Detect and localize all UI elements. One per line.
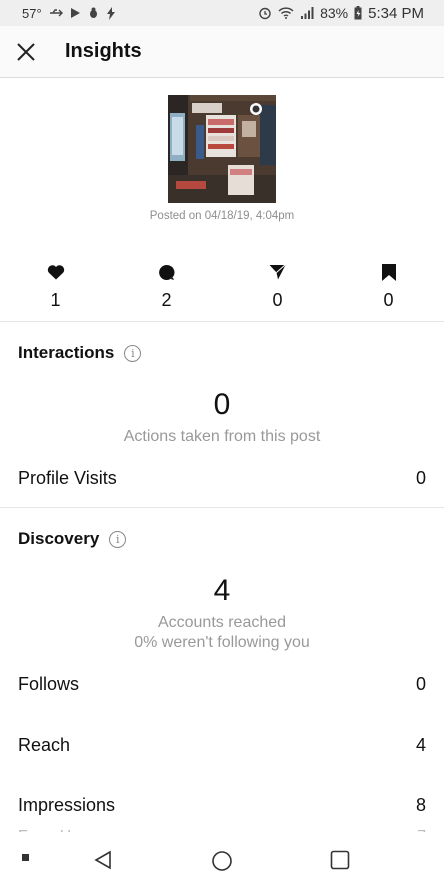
post-image bbox=[168, 95, 276, 203]
heart-icon bbox=[47, 265, 64, 280]
row-label: Follows bbox=[18, 674, 80, 694]
bookmark-icon bbox=[381, 263, 396, 281]
divider bbox=[0, 321, 444, 322]
discovery-title: Discovery bbox=[18, 529, 100, 548]
post-thumbnail[interactable] bbox=[168, 95, 276, 203]
row-value: 4 bbox=[415, 735, 426, 755]
recent-apps-dot-button[interactable] bbox=[22, 854, 30, 862]
home-button[interactable] bbox=[211, 850, 233, 872]
row-label: Reach bbox=[18, 735, 71, 755]
home-icon bbox=[212, 851, 232, 871]
status-left: 57° bbox=[22, 6, 116, 21]
row-value: 0 bbox=[415, 468, 426, 488]
interactions-total: 0 bbox=[213, 388, 231, 421]
comment-icon bbox=[159, 264, 175, 280]
saves-stat: 0 bbox=[333, 262, 444, 311]
bug-icon bbox=[89, 7, 97, 18]
usb-icon bbox=[49, 9, 63, 17]
comments-stat: 2 bbox=[111, 262, 222, 311]
discovery-header: Discovery i bbox=[18, 529, 127, 549]
info-icon[interactable]: i bbox=[124, 344, 142, 362]
comments-count: 2 bbox=[161, 290, 172, 310]
status-bar: 57° 83% 5:34 PM bbox=[0, 0, 444, 26]
likes-count: 1 bbox=[50, 290, 61, 310]
bolt-icon bbox=[106, 6, 115, 20]
temperature: 57° bbox=[22, 5, 42, 21]
likes-stat: 1 bbox=[0, 262, 111, 311]
back-icon bbox=[94, 850, 111, 870]
shares-stat: 0 bbox=[222, 262, 333, 311]
profile-visits-row: Profile Visits 0 bbox=[18, 468, 426, 489]
divider bbox=[0, 507, 444, 508]
interactions-title: Interactions bbox=[18, 343, 115, 362]
post-stats: 1 2 0 0 bbox=[0, 262, 444, 311]
posted-date: Posted on 04/18/19, 4:04pm bbox=[149, 210, 295, 222]
wifi-icon bbox=[278, 7, 294, 19]
discovery-caption-line2: 0% weren't following you bbox=[134, 634, 310, 651]
discovery-caption-line1: Accounts reached bbox=[157, 614, 287, 631]
signal-icon bbox=[301, 7, 314, 19]
app-bar: Insights bbox=[0, 26, 444, 78]
close-icon bbox=[17, 42, 35, 61]
play-store-icon bbox=[70, 8, 80, 18]
impressions-row: Impressions 8 bbox=[18, 795, 426, 816]
overview-icon bbox=[330, 850, 350, 870]
status-right: 83% 5:34 PM bbox=[258, 5, 424, 22]
system-nav-bar bbox=[0, 832, 444, 888]
discovery-total: 4 bbox=[213, 574, 231, 607]
battery-percent: 83% bbox=[320, 5, 349, 21]
page-title: Insights bbox=[65, 40, 142, 62]
battery-icon bbox=[354, 6, 362, 20]
alarm-icon bbox=[259, 7, 271, 20]
recent-apps-dot-icon bbox=[22, 854, 29, 861]
close-button[interactable] bbox=[0, 26, 52, 78]
row-label: Profile Visits bbox=[18, 468, 117, 488]
clock: 5:34 PM bbox=[368, 4, 424, 22]
row-value: 0 bbox=[415, 674, 426, 694]
saves-count: 0 bbox=[383, 290, 394, 310]
overview-button[interactable] bbox=[330, 850, 350, 870]
follows-row: Follows 0 bbox=[18, 674, 426, 695]
info-icon[interactable]: i bbox=[109, 530, 127, 548]
back-button[interactable] bbox=[93, 850, 113, 870]
interactions-header: Interactions i bbox=[18, 343, 142, 363]
send-icon bbox=[269, 264, 286, 280]
shares-count: 0 bbox=[272, 290, 283, 310]
row-label: Impressions bbox=[18, 795, 116, 815]
row-value: 8 bbox=[415, 795, 426, 815]
interactions-caption: Actions taken from this post bbox=[123, 428, 321, 445]
reach-row: Reach 4 bbox=[18, 735, 426, 756]
